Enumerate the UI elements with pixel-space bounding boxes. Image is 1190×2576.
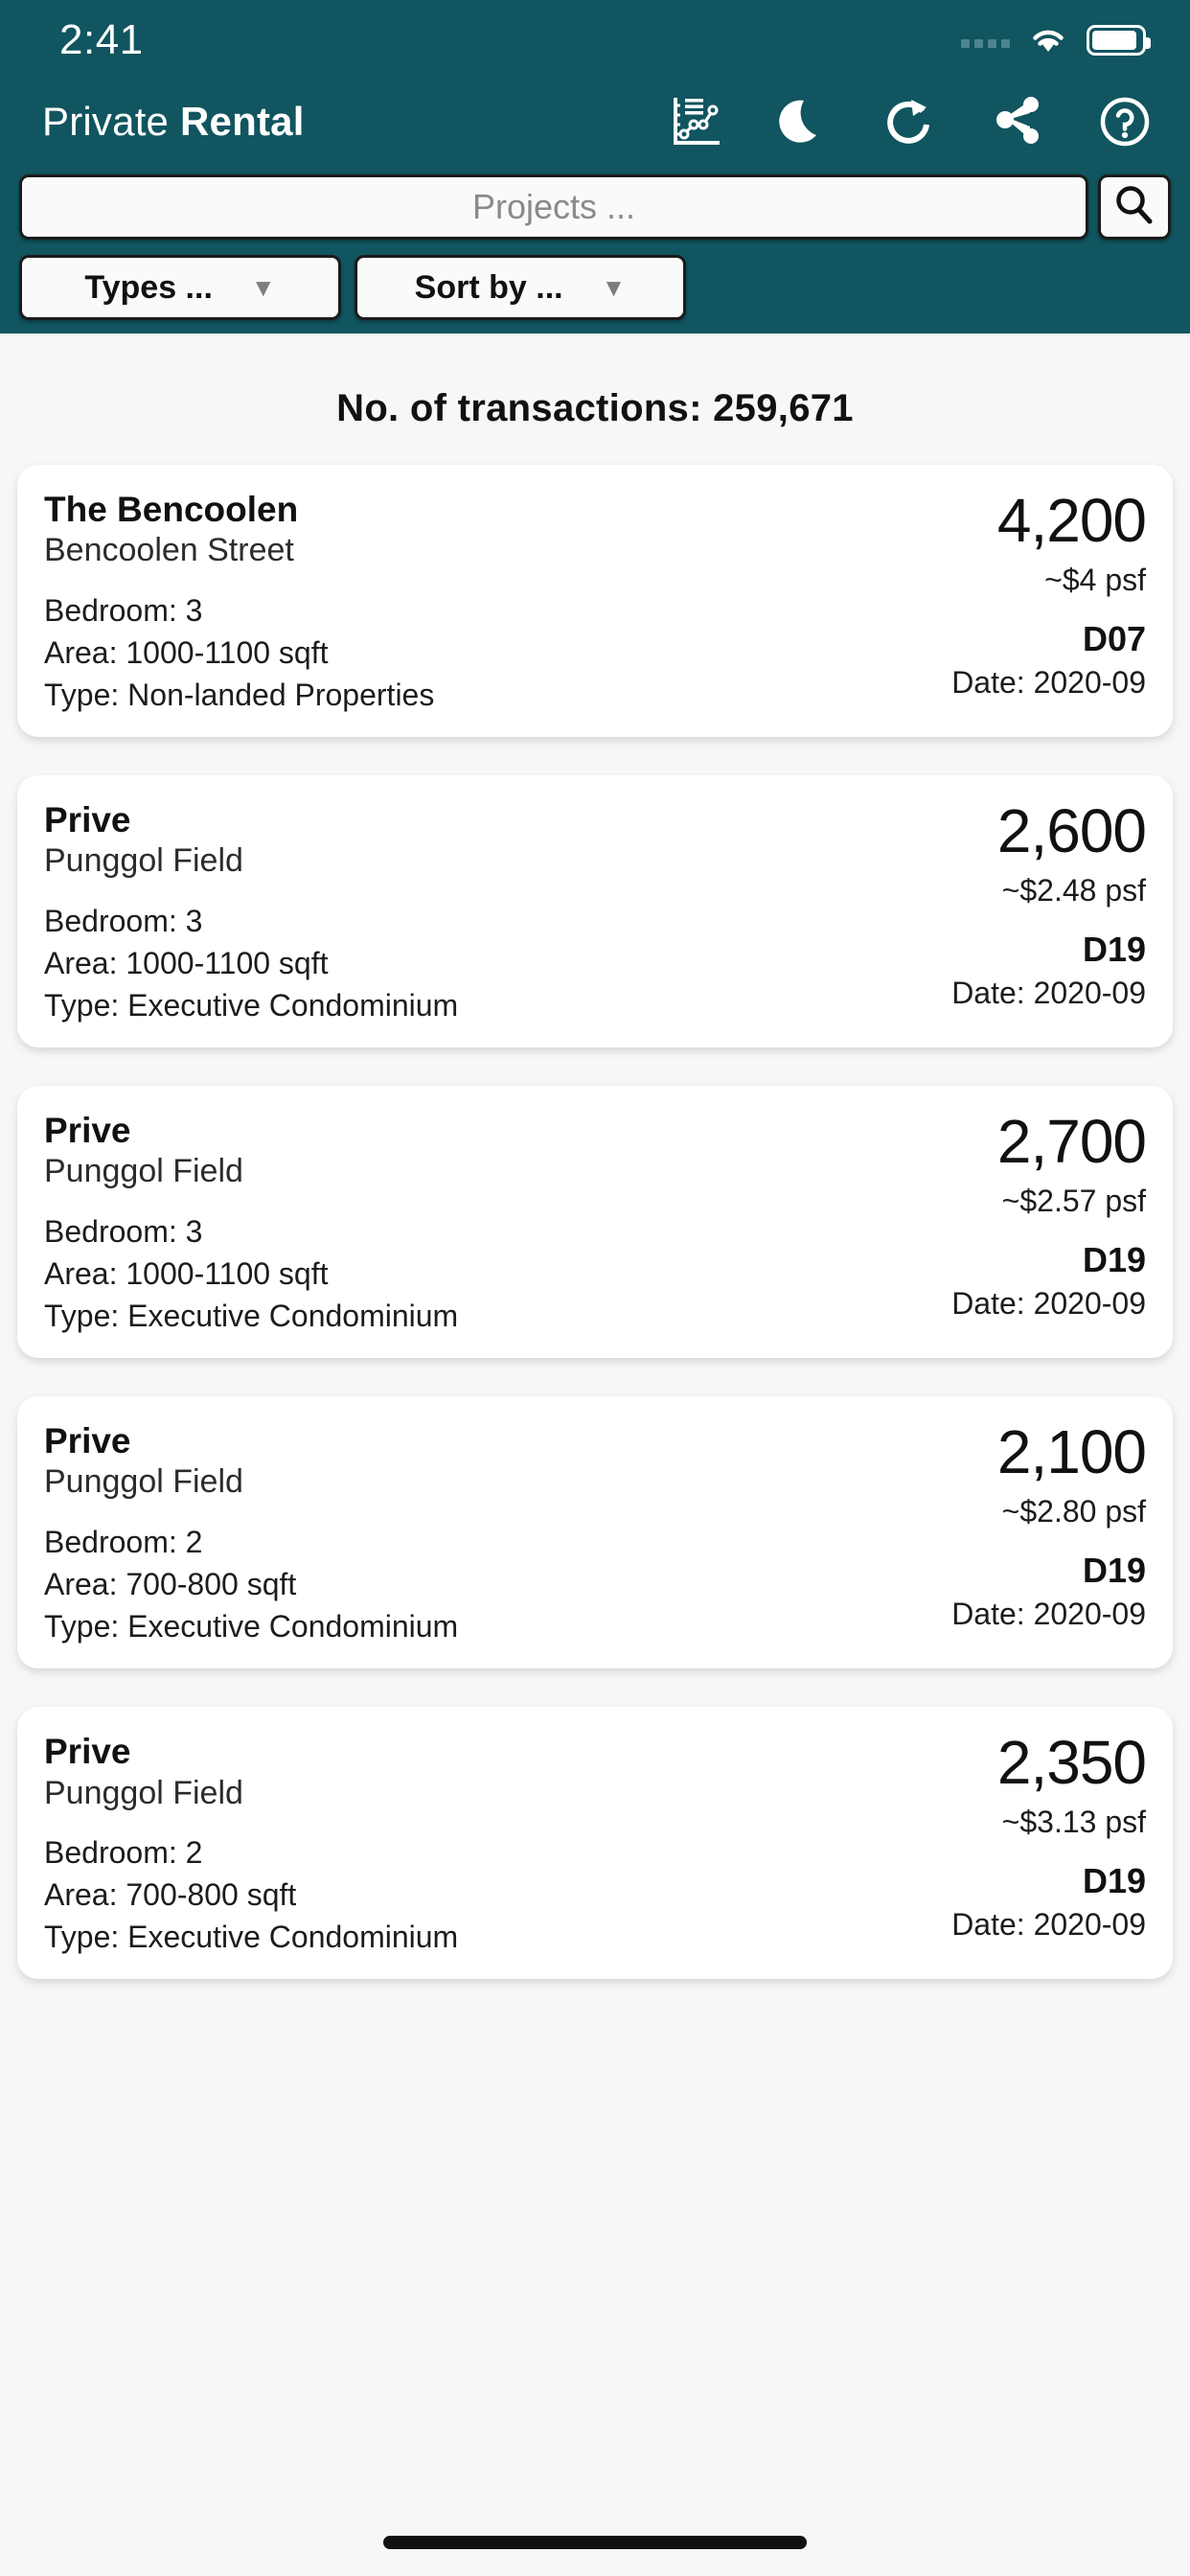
header-icon-group xyxy=(642,80,1179,163)
app-screen: 2:41 Private Rental Projects ... Types .… xyxy=(0,0,1190,2576)
transaction-bedroom: Bedroom: 3 xyxy=(44,592,203,628)
transaction-type: Type: Executive Condominium xyxy=(44,1919,459,1954)
chart-icon[interactable] xyxy=(642,80,749,163)
status-bar-clock: 2:41 xyxy=(59,16,144,63)
transaction-psf: ~$3.13 psf xyxy=(1001,1805,1146,1840)
transaction-project: Prive xyxy=(44,800,131,840)
transaction-card[interactable]: The Bencoolen Bencoolen Street Bedroom: … xyxy=(17,465,1173,738)
transactions-panel: No. of transactions: 259,671 The Bencool… xyxy=(0,334,1190,2576)
status-bar-indicators xyxy=(961,25,1151,56)
transaction-date: Date: 2020-09 xyxy=(951,976,1146,1011)
moon-icon[interactable] xyxy=(749,80,857,163)
transaction-date: Date: 2020-09 xyxy=(951,1286,1146,1322)
transaction-price: 2,350 xyxy=(996,1728,1147,1798)
transaction-card[interactable]: Prive Punggol Field Bedroom: 3 Area: 100… xyxy=(17,1086,1173,1359)
transaction-area: Area: 1000-1100 sqft xyxy=(44,945,329,980)
transaction-price: 2,700 xyxy=(996,1107,1147,1177)
transaction-street: Punggol Field xyxy=(44,842,243,880)
transaction-meta: Bedroom: 2 Area: 700-800 sqft Type: Exec… xyxy=(44,1831,458,1958)
filter-sort-by[interactable]: Sort by ... ▼ xyxy=(355,255,686,320)
transaction-project: Prive xyxy=(44,1421,131,1461)
filter-types[interactable]: Types ... ▼ xyxy=(19,255,341,320)
transaction-pricing: 2,600 ~$2.48 psf D19 Date: 2020-09 xyxy=(951,796,1147,1011)
app-title-light: Private xyxy=(42,99,170,144)
transaction-area: Area: 700-800 sqft xyxy=(44,1876,297,1912)
transaction-details: Prive Punggol Field Bedroom: 2 Area: 700… xyxy=(44,1732,458,1958)
transaction-list[interactable]: The Bencoolen Bencoolen Street Bedroom: … xyxy=(0,430,1190,1980)
chevron-down-icon: ▼ xyxy=(250,273,276,302)
transactions-count: No. of transactions: 259,671 xyxy=(336,387,854,429)
transaction-area: Area: 1000-1100 sqft xyxy=(44,634,329,670)
transaction-psf: ~$2.57 psf xyxy=(1001,1184,1146,1219)
transaction-district: D07 xyxy=(1082,619,1146,658)
transaction-pricing: 2,350 ~$3.13 psf D19 Date: 2020-09 xyxy=(951,1728,1147,1943)
transaction-card[interactable]: Prive Punggol Field Bedroom: 2 Area: 700… xyxy=(17,1707,1173,1980)
transaction-district: D19 xyxy=(1082,1551,1146,1591)
transaction-bedroom: Bedroom: 3 xyxy=(44,1213,203,1249)
transaction-district: D19 xyxy=(1082,1240,1146,1280)
status-bar: 2:41 xyxy=(0,0,1190,80)
transaction-psf: ~$2.48 psf xyxy=(1001,873,1146,908)
filter-types-label: Types ... xyxy=(84,268,213,306)
transaction-meta: Bedroom: 2 Area: 700-800 sqft Type: Exec… xyxy=(44,1521,458,1647)
transaction-details: Prive Punggol Field Bedroom: 2 Area: 700… xyxy=(44,1421,458,1647)
search-placeholder: Projects ... xyxy=(471,187,636,226)
filter-row-primary: Types ... ▼ Sort by ... ▼ xyxy=(0,255,1190,320)
app-header: 2:41 Private Rental Projects ... Types .… xyxy=(0,0,1190,399)
transaction-bedroom: Bedroom: 2 xyxy=(44,1834,203,1870)
battery-icon xyxy=(1087,25,1151,56)
transaction-district: D19 xyxy=(1082,1861,1146,1901)
transaction-meta: Bedroom: 3 Area: 1000-1100 sqft Type: Ex… xyxy=(44,900,458,1026)
transaction-street: Punggol Field xyxy=(44,1774,243,1811)
transaction-type: Type: Executive Condominium xyxy=(44,1298,459,1333)
transaction-meta: Bedroom: 3 Area: 1000-1100 sqft Type: Ex… xyxy=(44,1210,458,1337)
search-icon xyxy=(1112,183,1156,232)
transaction-area: Area: 1000-1100 sqft xyxy=(44,1255,329,1291)
transaction-street: Punggol Field xyxy=(44,1153,243,1190)
app-title: Private Rental xyxy=(42,99,305,145)
transaction-project: Prive xyxy=(44,1111,131,1151)
transaction-price: 2,100 xyxy=(996,1417,1147,1487)
search-button[interactable] xyxy=(1098,174,1171,240)
transaction-psf: ~$2.80 psf xyxy=(1001,1494,1146,1530)
transaction-date: Date: 2020-09 xyxy=(951,1597,1146,1632)
wifi-icon xyxy=(1029,26,1067,55)
filter-sort-by-label: Sort by ... xyxy=(414,268,563,306)
transaction-project: Prive xyxy=(44,1732,131,1772)
help-icon[interactable] xyxy=(1071,80,1179,163)
chevron-down-icon: ▼ xyxy=(601,273,627,302)
transaction-details: The Bencoolen Bencoolen Street Bedroom: … xyxy=(44,490,434,716)
transaction-meta: Bedroom: 3 Area: 1000-1100 sqft Type: No… xyxy=(44,589,434,716)
transaction-street: Punggol Field xyxy=(44,1463,243,1501)
signal-dots-icon xyxy=(961,33,1010,48)
transaction-area: Area: 700-800 sqft xyxy=(44,1566,297,1601)
app-title-row: Private Rental xyxy=(0,80,1190,163)
transaction-bedroom: Bedroom: 3 xyxy=(44,903,203,938)
transaction-psf: ~$4 psf xyxy=(1044,563,1146,597)
transaction-street: Bencoolen Street xyxy=(44,532,294,569)
transaction-details: Prive Punggol Field Bedroom: 3 Area: 100… xyxy=(44,1111,458,1337)
transaction-pricing: 4,200 ~$4 psf D07 Date: 2020-09 xyxy=(951,486,1147,701)
share-icon[interactable] xyxy=(964,80,1071,163)
refresh-icon[interactable] xyxy=(857,80,964,163)
transaction-pricing: 2,100 ~$2.80 psf D19 Date: 2020-09 xyxy=(951,1417,1147,1632)
search-input[interactable]: Projects ... xyxy=(19,174,1088,240)
transaction-price: 2,600 xyxy=(996,796,1147,866)
transaction-type: Type: Non-landed Properties xyxy=(44,677,435,712)
transaction-bedroom: Bedroom: 2 xyxy=(44,1524,203,1559)
home-indicator[interactable] xyxy=(383,2536,807,2549)
transaction-card[interactable]: Prive Punggol Field Bedroom: 2 Area: 700… xyxy=(17,1396,1173,1669)
transaction-date: Date: 2020-09 xyxy=(951,665,1146,700)
transaction-card[interactable]: Prive Punggol Field Bedroom: 3 Area: 100… xyxy=(17,775,1173,1048)
transaction-project: The Bencoolen xyxy=(44,490,299,529)
transaction-details: Prive Punggol Field Bedroom: 3 Area: 100… xyxy=(44,800,458,1026)
transaction-price: 4,200 xyxy=(996,486,1147,555)
transaction-date: Date: 2020-09 xyxy=(951,1907,1146,1943)
transaction-type: Type: Executive Condominium xyxy=(44,1608,459,1644)
search-row: Projects ... xyxy=(0,171,1190,243)
transaction-type: Type: Executive Condominium xyxy=(44,987,459,1023)
transaction-pricing: 2,700 ~$2.57 psf D19 Date: 2020-09 xyxy=(951,1107,1147,1322)
app-title-bold: Rental xyxy=(180,99,305,144)
transaction-district: D19 xyxy=(1082,930,1146,970)
